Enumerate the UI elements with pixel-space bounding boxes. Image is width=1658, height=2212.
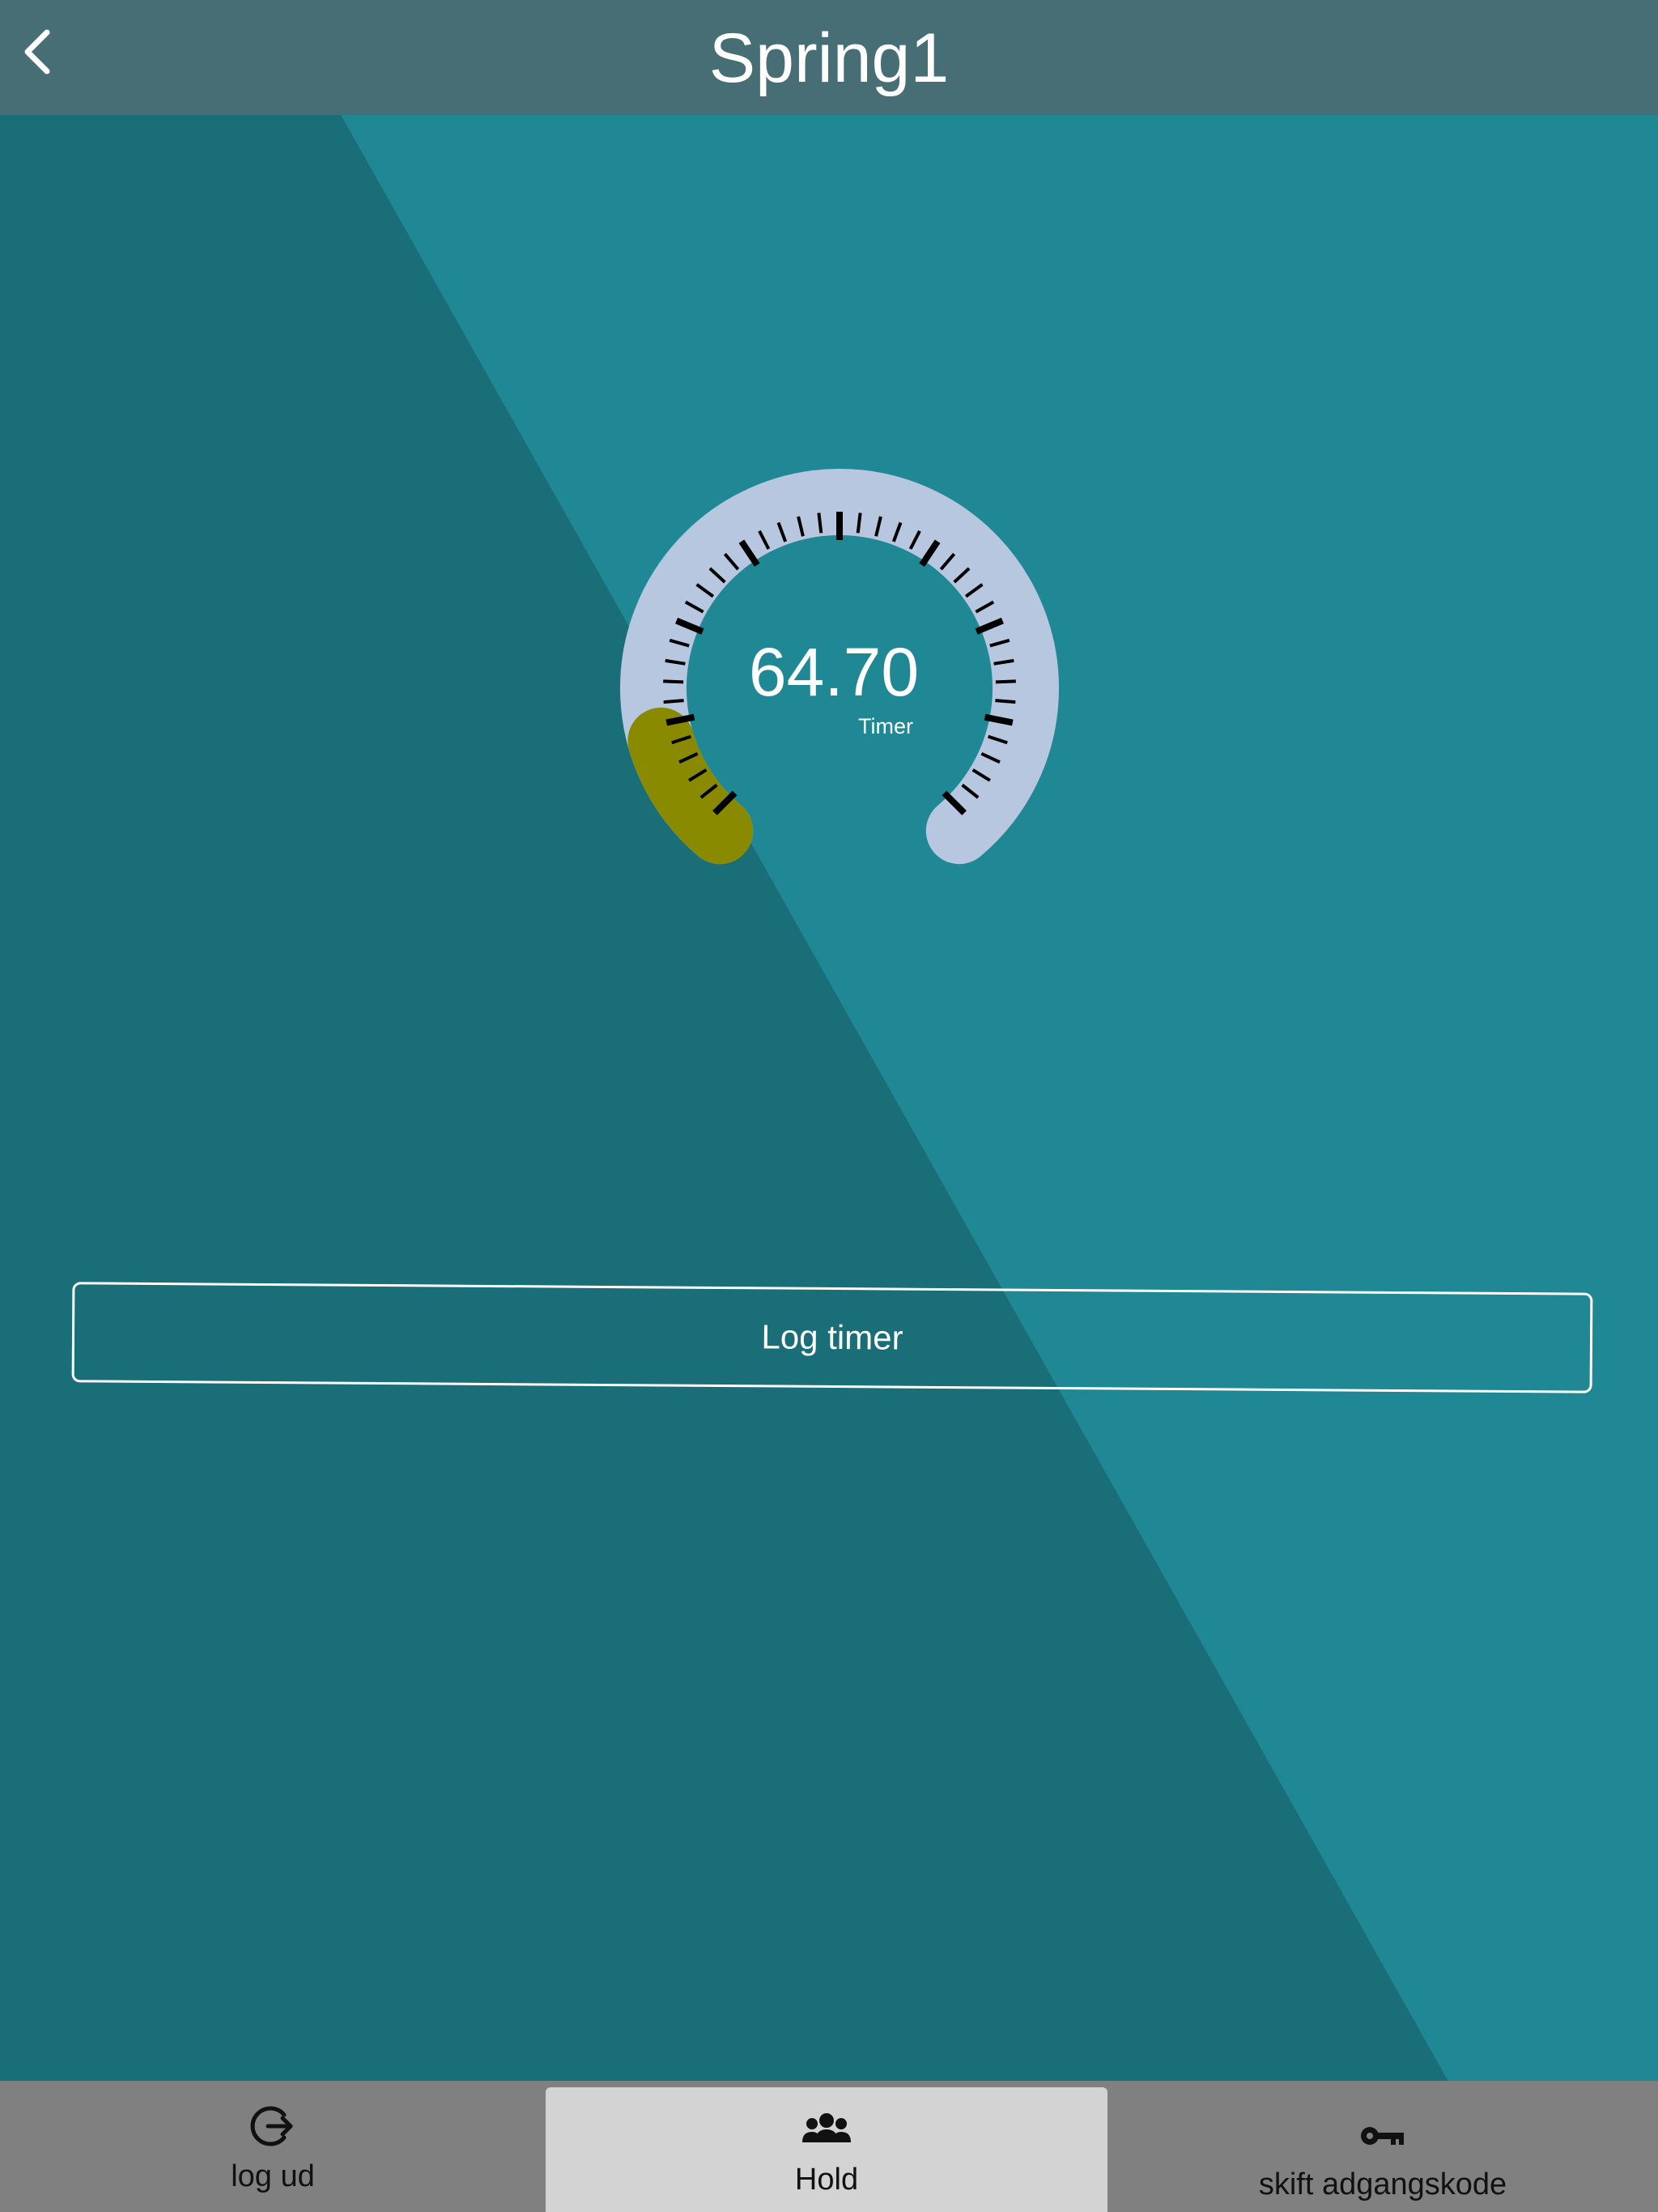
- tab-label-hold: Hold: [794, 2163, 859, 2197]
- key-icon: [1358, 2110, 1407, 2162]
- app-root: Spring1 64.70 Timer Log timer log ud Hol…: [0, 0, 1658, 2212]
- page-title: Spring1: [708, 19, 950, 97]
- gauge-label: Timer: [858, 714, 913, 738]
- gauge-fill: [627, 707, 754, 865]
- tab-label-log-ud: log ud: [231, 2159, 315, 2193]
- top-navigation-bar: Spring1: [0, 0, 1658, 115]
- tab-skift-adgangskode[interactable]: skift adgangskode: [1107, 2081, 1658, 2212]
- tab-label-skift-adgangskode: skift adgangskode: [1258, 2167, 1507, 2201]
- gauge-value: 64.70: [748, 634, 920, 710]
- tab-log-ud[interactable]: log ud: [0, 2081, 546, 2212]
- log-timer-label: Log timer: [761, 1317, 903, 1357]
- background-diagonal: [0, 0, 1658, 2212]
- bottom-tab-bar: log ud Hold skift adgangskode: [0, 2081, 1658, 2212]
- log-timer-button[interactable]: Log timer: [71, 1282, 1593, 1393]
- logout-icon: [249, 2100, 297, 2152]
- group-icon: [801, 2104, 852, 2155]
- timer-gauge: 64.70 Timer: [591, 441, 1077, 878]
- tab-hold[interactable]: Hold: [546, 2087, 1107, 2212]
